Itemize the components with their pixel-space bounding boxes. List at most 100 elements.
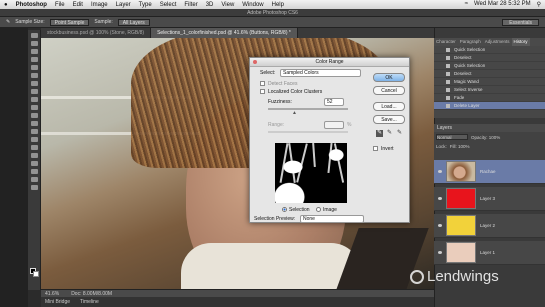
fuzziness-slider-track[interactable]: [268, 108, 348, 110]
eyedropper-tool-icon[interactable]: ✎: [6, 19, 10, 25]
fuzziness-slider-thumb[interactable]: ▲: [292, 110, 297, 116]
image-radio[interactable]: [316, 207, 321, 212]
sample-select[interactable]: All Layers: [117, 18, 150, 26]
selection-preview-select[interactable]: None: [300, 215, 364, 223]
eyedropper-tool-icon-side[interactable]: [30, 73, 38, 78]
dialog-title-text: Color Range: [315, 59, 344, 65]
menu-3d[interactable]: 3D: [206, 2, 214, 8]
fill-field[interactable]: Fill: 100%: [450, 144, 470, 149]
menu-select[interactable]: Select: [160, 2, 177, 8]
healing-tool-icon[interactable]: [30, 81, 38, 86]
history-step-selected[interactable]: Delete Layer: [434, 102, 545, 110]
tab-paragraph[interactable]: Paragraph: [458, 38, 483, 46]
shape-tool-icon[interactable]: [30, 169, 38, 174]
blend-mode-select[interactable]: Normal: [436, 134, 468, 140]
fuzziness-input[interactable]: 52: [324, 98, 344, 106]
fuzziness-label: Fuzziness:: [268, 99, 292, 105]
tab-adjustments[interactable]: Adjustments: [483, 38, 512, 46]
move-tool-icon[interactable]: [30, 33, 38, 38]
brush-tool-icon[interactable]: [30, 89, 38, 94]
layer-row[interactable]: Layer 1: [434, 241, 545, 265]
crop-tool-icon[interactable]: [30, 65, 38, 70]
eye-icon[interactable]: [438, 251, 442, 254]
history-step[interactable]: Fade: [434, 94, 545, 102]
tab-character[interactable]: Character: [434, 38, 458, 46]
zoom-level[interactable]: 41.6%: [45, 291, 59, 297]
wifi-icon[interactable]: ≈: [465, 1, 468, 8]
layer-row[interactable]: Layer 2: [434, 214, 545, 238]
clone-stamp-tool-icon[interactable]: [30, 97, 38, 102]
layer-thumbnail: [446, 188, 476, 209]
tab-mini-bridge[interactable]: Mini Bridge: [45, 299, 70, 305]
lock-label: Lock:: [436, 143, 447, 149]
history-step[interactable]: Magic Wand: [434, 78, 545, 86]
status-bar: 41.6% Doc: 8.00M/8.00M: [41, 289, 434, 297]
menu-help[interactable]: Help: [272, 2, 284, 8]
menu-view[interactable]: View: [221, 2, 234, 8]
ok-button[interactable]: OK: [373, 73, 405, 82]
pen-tool-icon[interactable]: [30, 145, 38, 150]
layer-row[interactable]: Layer 3: [434, 187, 545, 211]
color-range-dialog: Color Range Select: Sampled Colors Detec…: [249, 57, 410, 223]
sample-size-label: Sample Size:: [15, 19, 45, 25]
dialog-title: Color Range: [250, 58, 409, 67]
eye-icon[interactable]: [438, 197, 442, 200]
subtract-from-sample-eyedropper-icon[interactable]: ✎: [396, 130, 403, 137]
document-tab[interactable]: stockbusiness.psd @ 100% (Stone, RGB/8): [41, 28, 152, 38]
zoom-tool-icon[interactable]: [30, 185, 38, 190]
lasso-tool-icon[interactable]: [30, 49, 38, 54]
save-button[interactable]: Save...: [373, 115, 405, 124]
quick-selection-tool-icon[interactable]: [30, 57, 38, 62]
menu-filter[interactable]: Filter: [184, 2, 197, 8]
background-color-swatch[interactable]: [33, 271, 39, 277]
menu-edit[interactable]: Edit: [73, 2, 83, 8]
selection-radio[interactable]: [282, 207, 287, 212]
history-step[interactable]: Quick Selection: [434, 62, 545, 70]
layer-thumbnail: [446, 215, 476, 236]
workspace-switcher[interactable]: Essentials: [502, 18, 539, 26]
menu-window[interactable]: Window: [242, 2, 263, 8]
layers-panel-title[interactable]: Layers: [434, 124, 545, 132]
menu-photoshop[interactable]: Photoshop: [16, 2, 47, 8]
path-selection-tool-icon[interactable]: [30, 161, 38, 166]
type-tool-icon[interactable]: [30, 153, 38, 158]
layer-row[interactable]: Rachae: [434, 160, 545, 184]
eye-icon[interactable]: [438, 224, 442, 227]
history-step[interactable]: Deselect: [434, 70, 545, 78]
cancel-button[interactable]: Cancel: [373, 86, 405, 95]
apple-icon[interactable]: ●: [4, 2, 8, 8]
history-step[interactable]: Select Inverse: [434, 86, 545, 94]
marquee-tool-icon[interactable]: [30, 41, 38, 46]
tab-timeline[interactable]: Timeline: [80, 299, 99, 305]
invert-checkbox[interactable]: [373, 146, 378, 151]
opacity-field[interactable]: Opacity: 100%: [471, 135, 500, 140]
eraser-tool-icon[interactable]: [30, 113, 38, 118]
history-step[interactable]: Quick Selection: [434, 46, 545, 54]
spotlight-icon[interactable]: ⚲: [537, 1, 541, 8]
menu-image[interactable]: Image: [91, 2, 108, 8]
menu-type[interactable]: Type: [139, 2, 152, 8]
blur-tool-icon[interactable]: [30, 129, 38, 134]
sample-size-select[interactable]: Point Sample: [49, 18, 90, 26]
select-dropdown[interactable]: Sampled Colors: [280, 69, 361, 77]
document-tab-active[interactable]: Selections_1_colorfinished.psd @ 41.6% (…: [151, 28, 298, 38]
add-to-sample-eyedropper-icon[interactable]: ✎: [386, 130, 393, 137]
range-unit: %: [347, 122, 352, 128]
tab-history[interactable]: History: [511, 38, 530, 46]
gradient-tool-icon[interactable]: [30, 121, 38, 126]
menu-layer[interactable]: Layer: [116, 2, 131, 8]
detect-faces-checkbox[interactable]: [260, 81, 265, 86]
load-button[interactable]: Load...: [373, 102, 405, 111]
hand-tool-icon[interactable]: [30, 177, 38, 182]
eye-icon[interactable]: [438, 170, 442, 173]
range-input[interactable]: [324, 121, 344, 129]
clock[interactable]: Wed Mar 28 5:32 PM: [474, 1, 531, 8]
history-brush-tool-icon[interactable]: [30, 105, 38, 110]
history-step[interactable]: Deselect: [434, 54, 545, 62]
range-slider-track[interactable]: [268, 131, 348, 133]
close-icon[interactable]: [253, 60, 257, 64]
localized-clusters-checkbox[interactable]: [260, 89, 265, 94]
eyedropper-icon[interactable]: ✎: [376, 130, 383, 137]
dodge-tool-icon[interactable]: [30, 137, 38, 142]
menu-file[interactable]: File: [55, 2, 65, 8]
